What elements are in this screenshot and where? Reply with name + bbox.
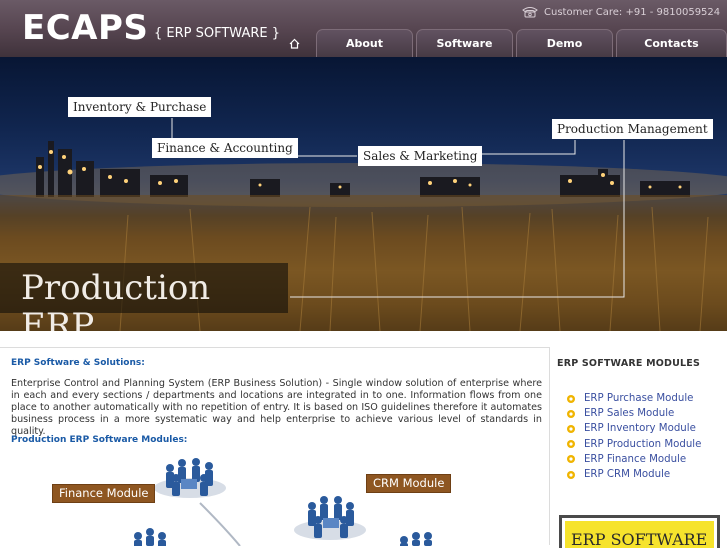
sidebar-heading: ERP SOFTWARE MODULES [557, 358, 700, 369]
banner-title: Production ERP [21, 268, 211, 331]
finance-module-tag: Finance Module [52, 484, 156, 503]
bullet-icon [567, 440, 575, 449]
list-item[interactable]: ERP Sales Module [566, 406, 701, 421]
nav-about[interactable]: About [316, 29, 413, 57]
module-list: ERP Purchase Module ERP Sales Module ERP… [566, 391, 701, 482]
list-item[interactable]: ERP Production Module [566, 437, 701, 452]
crm-module-tag: CRM Module [366, 474, 452, 493]
intro-heading: ERP Software & Solutions: [11, 358, 145, 368]
list-item[interactable]: ERP Inventory Module [566, 421, 701, 436]
nav-software[interactable]: Software [416, 29, 513, 57]
hero-banner: Inventory & Purchase Finance & Accountin… [0, 57, 727, 331]
tagline: { ERP SOFTWARE } [154, 26, 280, 41]
home-icon[interactable] [289, 38, 300, 49]
bullet-icon [567, 424, 575, 433]
module-link-inventory[interactable]: ERP Inventory Module [584, 423, 696, 434]
bullet-icon [567, 470, 575, 479]
bullet-icon [567, 394, 575, 403]
banner-label-inventory: Inventory & Purchase [68, 97, 212, 117]
promo-text: ERP SOFTWARE [571, 530, 708, 548]
sidebar: ERP SOFTWARE MODULES ERP Purchase Module… [550, 347, 727, 548]
bullet-icon [567, 455, 575, 464]
module-link-purchase[interactable]: ERP Purchase Module [584, 393, 693, 404]
module-link-crm[interactable]: ERP CRM Module [584, 469, 670, 480]
customer-care: Customer Care: +91 - 9810059524 [522, 6, 720, 18]
banner-title-box: Production ERP [0, 263, 288, 331]
nav-demo[interactable]: Demo [516, 29, 613, 57]
intro-text: Enterprise Control and Planning System (… [11, 378, 542, 437]
main-nav: About Software Demo Contacts [316, 29, 727, 57]
list-item[interactable]: ERP CRM Module [566, 467, 701, 482]
banner-label-finance: Finance & Accounting [152, 138, 298, 158]
main-content: ERP Software & Solutions: Enterprise Con… [0, 347, 549, 546]
list-item[interactable]: ERP Purchase Module [566, 391, 701, 406]
module-link-production[interactable]: ERP Production Module [584, 439, 701, 450]
modules-heading: Production ERP Software Modules: [11, 435, 188, 445]
module-link-sales[interactable]: ERP Sales Module [584, 408, 674, 419]
customer-care-text: Customer Care: +91 - 9810059524 [544, 6, 721, 18]
banner-label-production: Production Management [552, 119, 713, 139]
phone-icon [522, 7, 538, 18]
header: ECAPS { ERP SOFTWARE } Customer Care: +9… [0, 0, 727, 57]
logo[interactable]: ECAPS [22, 8, 148, 48]
nav-contacts[interactable]: Contacts [616, 29, 727, 57]
bullet-icon [567, 409, 575, 418]
promo-banner[interactable]: ERP SOFTWARE [559, 515, 720, 548]
banner-label-sales: Sales & Marketing [358, 146, 483, 166]
module-link-finance[interactable]: ERP Finance Module [584, 454, 686, 465]
list-item[interactable]: ERP Finance Module [566, 452, 701, 467]
